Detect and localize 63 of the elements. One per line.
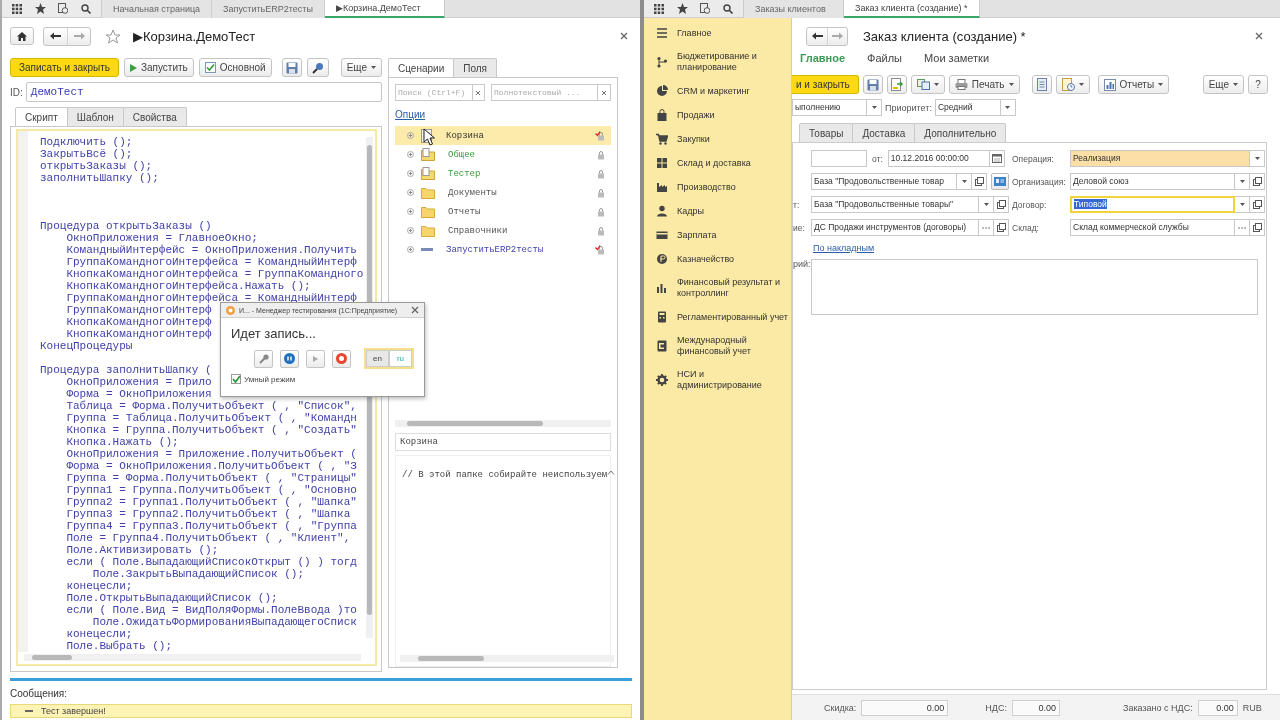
code-line: КонецПроцедуры: [40, 340, 133, 352]
code-line: Группа = Форма.ПолучитьОбъект ( , "Страницы": [65, 472, 357, 484]
total-label: Заказано с НДС:: [1122, 702, 1193, 713]
code-line: Таблица = Форма.ПолучитьОбъект ( , "Список",: [65, 400, 357, 412]
code-line: Подключить ();: [40, 136, 133, 148]
code-line: Группа3 = Группа2.ПолучитьОбъект ( , "Шапка: [65, 508, 351, 520]
code-line: если ( Поле.ВыпадающийСписокОткрыт () ) тогд: [65, 556, 357, 568]
total-field: 0.00: [1011, 699, 1060, 716]
field-label: от:: [872, 153, 883, 164]
code-line: Кнопка.Нажать ();: [65, 436, 179, 448]
code-line: Форма = ОкноПриложения: [65, 388, 212, 400]
code-line: ОкноПриложения = Прило: [65, 376, 212, 388]
form-title: Заказ клиента (создание) *: [863, 28, 1026, 44]
code-line: КнопкаКомандногоИнтерф: [65, 316, 212, 328]
code-line: Поле.ОткрытьВыпадающийСписок ();: [65, 592, 278, 604]
code-line: Группа = Таблица.ПолучитьОбъект ( , "Командн: [65, 412, 357, 424]
field-label: Организация:: [1011, 176, 1066, 187]
code-line: Поле.Активизировать ();: [65, 544, 219, 556]
field-label: Склад:: [1011, 222, 1039, 233]
code-line: заполнитьШапку ();: [40, 172, 159, 184]
code-line: КнопкаКомандногоИнтерфейса = ГруппаКомандного: [65, 268, 364, 280]
field-label: ID:: [10, 86, 23, 98]
code-line: открытьЗаказы ();: [40, 160, 153, 172]
code-line: КомандныйИнтерфейс = ОкноПриложения.Получить: [65, 244, 357, 256]
code-line: Группа1 = Группа.ПолучитьОбъект ( , "Основно: [65, 484, 357, 496]
code-line: Поле.Выбрать ();: [65, 640, 173, 652]
code-line: ЗакрытьВсё ();: [40, 148, 133, 160]
code-line: Группа4 = Группа3.ПолучитьОбъект ( , "Группа: [65, 520, 357, 532]
code-line: конецесли;: [65, 580, 133, 592]
field-label: ие:: [793, 222, 806, 233]
code-line: Процедура открытьЗаказы (): [40, 220, 212, 232]
description-text: // В этой папке собирайте неиспользуем: [402, 470, 608, 480]
code-line: если ( Поле.Вид = ВидПоляФормы.ПолеВвода )то: [65, 604, 357, 616]
code-line: Поле.ЗакрытьВыпадающийСписок ();: [91, 568, 305, 580]
code-line: Кнопка = Группа.ПолучитьОбъект ( , "Создать": [65, 424, 357, 436]
messages-title: Сообщения:: [10, 688, 69, 699]
code-line: ГруппаКомандногоИнтерфейса = КомандныйИнтерф: [65, 292, 357, 304]
field-label: Операция:: [1011, 153, 1054, 164]
code-line: Поле.ОжидатьФормированияВыпадающегоСписк: [91, 616, 357, 628]
code-line: КнопкаКомандногоИнтерф: [65, 328, 212, 340]
code-line: ОкноПриложения = Приложение.ПолучитьОбъект (: [65, 448, 357, 460]
code-line: КнопкаКомандногоИнтерфейса.Нажать ();: [65, 280, 311, 292]
field-label: рий:: [793, 259, 811, 271]
checkbox-label: Умный режим: [244, 374, 296, 384]
total-field: 0.00: [1197, 699, 1238, 716]
message-text: Тест завершен!: [41, 706, 106, 716]
code-line: Поле = Группа4.ПолучитьОбъект ( , "Клиент",: [65, 532, 351, 544]
recording-status: Идет запись...: [231, 326, 317, 341]
code-line: Форма = ОкноПриложения.ПолучитьОбъект ( , "З: [65, 460, 357, 472]
field-label: Приоритет:: [885, 102, 932, 113]
total-field: 0.00: [861, 699, 949, 716]
code-line: конецесли;: [65, 628, 133, 640]
total-label: НДС:: [985, 702, 1007, 713]
code-line: ГруппаКомандногоИнтерфейса = КомандныйИнтерф: [65, 256, 357, 268]
code-line: Группа2 = Группа1.ПолучитьОбъект ( , "Шапка": [65, 496, 357, 508]
field-label: Договор:: [1011, 199, 1047, 210]
total-label: Скидка:: [824, 702, 857, 713]
code-line: ГруппаКомандногоИнтерф: [65, 304, 212, 316]
code-line: ОкноПриложения = ГлавноеОкно;: [65, 232, 258, 244]
field-label: т:: [793, 199, 801, 210]
form-title: ▶Корзина.ДемоТест: [133, 28, 256, 44]
currency-label: RUB: [1242, 702, 1262, 713]
code-line: Процедура заполнитьШапку (: [40, 364, 212, 376]
